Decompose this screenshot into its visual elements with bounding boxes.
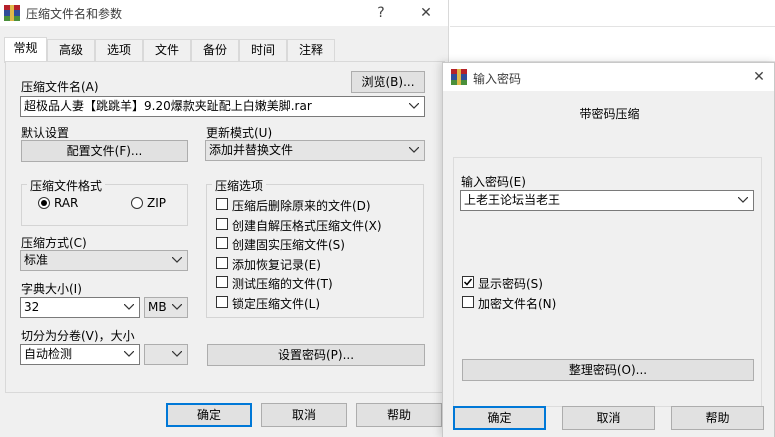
create-sfx-checkbox[interactable] <box>216 218 228 230</box>
dictionary-size-value: 32 <box>24 300 40 314</box>
compression-method-select[interactable]: 标准 <box>20 250 188 271</box>
password-dialog-titlebar: 输入密码 ✕ <box>443 63 774 91</box>
update-mode-label: 更新模式(U) <box>206 126 273 140</box>
tab-general[interactable]: 常规 <box>4 37 47 63</box>
compression-method-value: 标准 <box>24 253 49 267</box>
password-help-button[interactable]: 帮助 <box>671 406 764 430</box>
dictionary-unit-select[interactable]: MB <box>144 297 188 318</box>
default-settings-label: 默认设置 <box>21 126 70 140</box>
tab-comment[interactable]: 注释 <box>287 39 335 61</box>
zip-radio-label[interactable]: ZIP <box>147 196 166 210</box>
zip-radio[interactable] <box>131 197 143 209</box>
test-files-checkbox[interactable] <box>216 276 228 288</box>
help-question-icon[interactable]: ? <box>370 3 392 23</box>
dictionary-size-label: 字典大小(I) <box>21 282 82 296</box>
main-dialog-titlebar: 压缩文件名和参数 ? ✕ <box>0 0 448 26</box>
password-ok-button[interactable]: 确定 <box>453 406 546 430</box>
delete-after-archiving-label[interactable]: 压缩后删除原来的文件(D) <box>232 197 371 214</box>
enter-password-dialog: 输入密码 ✕ 带密码压缩 输入密码(E) 上老王论坛当老王 显示密码(S) 加密… <box>442 62 775 437</box>
show-password-checkbox[interactable] <box>462 276 474 288</box>
winrar-app-icon <box>451 69 467 85</box>
checkmark-icon <box>463 278 473 286</box>
cancel-button[interactable]: 取消 <box>261 403 347 427</box>
chevron-down-icon[interactable] <box>408 97 420 116</box>
archive-format-title: 压缩文件格式 <box>27 177 106 194</box>
encrypt-file-names-checkbox[interactable] <box>462 296 474 308</box>
password-dialog-heading: 带密码压缩 <box>579 107 640 121</box>
help-button[interactable]: 帮助 <box>356 403 442 427</box>
show-password-label[interactable]: 显示密码(S) <box>478 275 543 292</box>
split-volumes-label: 切分为分卷(V)，大小 <box>21 329 135 343</box>
update-mode-select[interactable]: 添加并替换文件 <box>205 140 425 161</box>
background-window <box>450 0 775 62</box>
main-dialog-title: 压缩文件名和参数 <box>26 7 123 21</box>
recovery-record-checkbox[interactable] <box>216 257 228 269</box>
compression-method-label: 压缩方式(C) <box>21 236 87 250</box>
winrar-app-icon <box>4 5 20 21</box>
archive-name-value: 超极品人妻【跳跳羊】9.20爆款夹趾配上白嫩美脚.rar <box>24 99 312 113</box>
chevron-down-icon[interactable] <box>408 141 420 160</box>
create-sfx-label[interactable]: 创建自解压格式压缩文件(X) <box>232 217 382 234</box>
split-volumes-select[interactable]: 自动检测 <box>20 344 140 365</box>
dictionary-size-select[interactable]: 32 <box>20 297 140 318</box>
dictionary-unit-value: MB <box>148 300 167 314</box>
split-unit-select[interactable] <box>144 344 188 365</box>
tab-options[interactable]: 选项 <box>95 39 143 61</box>
profiles-button[interactable]: 配置文件(F)... <box>21 140 188 162</box>
archive-name-field[interactable]: 超极品人妻【跳跳羊】9.20爆款夹趾配上白嫩美脚.rar <box>20 96 425 117</box>
test-files-label[interactable]: 测试压缩的文件(T) <box>232 275 333 292</box>
tab-advanced[interactable]: 高级 <box>47 39 95 61</box>
update-mode-value: 添加并替换文件 <box>209 143 294 157</box>
lock-archive-checkbox[interactable] <box>216 296 228 308</box>
chevron-down-icon[interactable] <box>171 251 183 270</box>
tab-files[interactable]: 文件 <box>143 39 191 61</box>
recovery-record-label[interactable]: 添加恢复记录(E) <box>232 256 321 273</box>
archive-name-label: 压缩文件名(A) <box>21 80 99 94</box>
delete-after-archiving-checkbox[interactable] <box>216 198 228 210</box>
archive-name-and-parameters-dialog: 压缩文件名和参数 ? ✕ 常规 高级 选项 文件 备份 时间 注释 压缩文件名(… <box>0 0 449 437</box>
chevron-down-icon[interactable] <box>171 345 183 364</box>
close-icon[interactable]: ✕ <box>415 3 437 23</box>
background-divider <box>450 26 775 27</box>
password-value: 上老王论坛当老王 <box>464 193 561 207</box>
chevron-down-icon[interactable] <box>123 298 135 317</box>
create-solid-label[interactable]: 创建固实压缩文件(S) <box>232 236 345 253</box>
chevron-down-icon[interactable] <box>123 345 135 364</box>
split-volumes-value: 自动检测 <box>24 347 73 361</box>
password-cancel-button[interactable]: 取消 <box>562 406 655 430</box>
set-password-button[interactable]: 设置密码(P)... <box>207 344 425 366</box>
password-label: 输入密码(E) <box>461 175 526 189</box>
chevron-down-icon[interactable] <box>737 191 749 210</box>
create-solid-checkbox[interactable] <box>216 237 228 249</box>
tab-backup[interactable]: 备份 <box>191 39 239 61</box>
tab-time[interactable]: 时间 <box>239 39 287 61</box>
rar-radio[interactable] <box>38 197 50 209</box>
password-input[interactable]: 上老王论坛当老王 <box>460 190 754 211</box>
encrypt-file-names-label[interactable]: 加密文件名(N) <box>478 295 556 312</box>
organize-passwords-button[interactable]: 整理密码(O)... <box>462 359 754 381</box>
lock-archive-label[interactable]: 锁定压缩文件(L) <box>232 295 320 312</box>
archiving-options-title: 压缩选项 <box>212 177 267 194</box>
ok-button[interactable]: 确定 <box>166 403 252 427</box>
rar-radio-label[interactable]: RAR <box>54 196 78 210</box>
password-dialog-title: 输入密码 <box>473 72 522 86</box>
browse-button[interactable]: 浏览(B)... <box>351 71 425 93</box>
chevron-down-icon[interactable] <box>171 298 183 317</box>
close-icon[interactable]: ✕ <box>748 67 770 87</box>
